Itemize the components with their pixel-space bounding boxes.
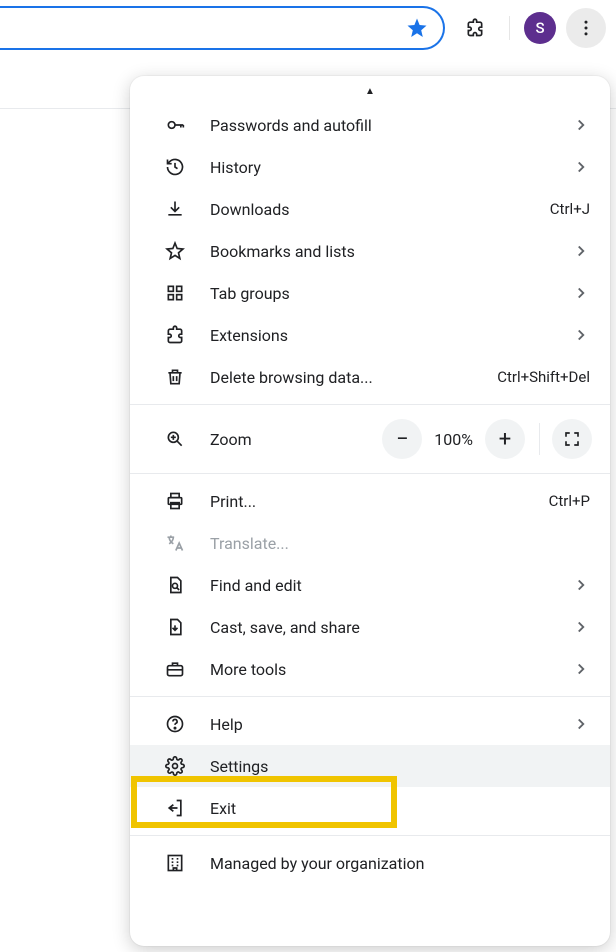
menu-item-cast[interactable]: Cast, save, and share — [130, 606, 610, 648]
menu-item-extensions[interactable]: Extensions — [130, 314, 610, 356]
fullscreen-button[interactable] — [552, 419, 592, 459]
menu-item-label: Exit — [210, 799, 590, 818]
toolbar-separator — [509, 16, 510, 40]
menu-item-label: Bookmarks and lists — [210, 242, 572, 261]
menu-separator — [130, 473, 610, 474]
menu-separator — [130, 404, 610, 405]
main-menu: ▲ Passwords and autofill History Downloa… — [130, 76, 610, 946]
chevron-right-icon — [572, 576, 590, 594]
building-icon — [164, 853, 186, 873]
cast-icon — [164, 617, 186, 637]
menu-item-label: Passwords and autofill — [210, 116, 572, 135]
grid-icon — [164, 283, 186, 303]
zoom-value: 100% — [434, 430, 473, 449]
menu-item-accelerator: Ctrl+P — [549, 492, 590, 510]
chevron-right-icon — [572, 618, 590, 636]
menu-item-exit[interactable]: Exit — [130, 787, 610, 829]
menu-item-label: Cast, save, and share — [210, 618, 572, 637]
menu-item-label: Find and edit — [210, 576, 572, 595]
zoom-label: Zoom — [210, 430, 252, 449]
profile-avatar[interactable]: S — [524, 12, 556, 44]
menu-separator — [130, 835, 610, 836]
menu-item-label: Settings — [210, 757, 590, 776]
extensions-button[interactable] — [455, 8, 495, 48]
menu-item-history[interactable]: History — [130, 146, 610, 188]
help-icon — [164, 714, 186, 734]
bookmark-star-icon[interactable] — [405, 16, 429, 40]
menu-item-delete-data[interactable]: Delete browsing data... Ctrl+Shift+Del — [130, 356, 610, 398]
menu-item-translate: Translate... — [130, 522, 610, 564]
menu-item-label: Delete browsing data... — [210, 368, 497, 387]
menu-item-label: Extensions — [210, 326, 572, 345]
chevron-right-icon — [572, 715, 590, 733]
star-outline-icon — [164, 241, 186, 261]
trash-icon — [164, 367, 186, 387]
scroll-up-caret[interactable]: ▲ — [130, 86, 610, 104]
menu-separator — [130, 696, 610, 697]
menu-item-label: Help — [210, 715, 572, 734]
menu-item-label: Downloads — [210, 200, 550, 219]
menu-item-label: Managed by your organization — [210, 854, 590, 873]
find-icon — [164, 575, 186, 595]
menu-item-bookmarks[interactable]: Bookmarks and lists — [130, 230, 610, 272]
menu-item-print[interactable]: Print... Ctrl+P — [130, 480, 610, 522]
toolbox-icon — [164, 659, 186, 679]
menu-item-passwords[interactable]: Passwords and autofill — [130, 104, 610, 146]
chevron-right-icon — [572, 116, 590, 134]
gear-icon — [164, 756, 186, 776]
zoom-out-button[interactable]: − — [382, 419, 422, 459]
print-icon — [164, 491, 186, 511]
menu-item-accelerator: Ctrl+Shift+Del — [497, 368, 590, 386]
zoom-separator — [539, 423, 540, 455]
download-icon — [164, 199, 186, 219]
menu-item-more-tools[interactable]: More tools — [130, 648, 610, 690]
translate-icon — [164, 533, 186, 553]
menu-item-accelerator: Ctrl+J — [550, 200, 590, 218]
zoom-in-button[interactable]: + — [485, 419, 525, 459]
chevron-right-icon — [572, 326, 590, 344]
chevron-right-icon — [572, 242, 590, 260]
menu-item-managed[interactable]: Managed by your organization — [130, 842, 610, 884]
chevron-right-icon — [572, 660, 590, 678]
menu-item-label: History — [210, 158, 572, 177]
menu-item-label: Translate... — [210, 534, 590, 553]
history-icon — [164, 157, 186, 177]
menu-item-zoom: Zoom − 100% + — [130, 411, 610, 467]
key-icon — [164, 115, 186, 135]
kebab-menu-button[interactable] — [566, 8, 606, 48]
chevron-right-icon — [572, 284, 590, 302]
menu-item-label: Tab groups — [210, 284, 572, 303]
zoom-in-icon — [164, 429, 186, 449]
menu-item-find[interactable]: Find and edit — [130, 564, 610, 606]
exit-icon — [164, 798, 186, 818]
address-bar[interactable] — [0, 6, 445, 50]
puzzle-icon — [164, 325, 186, 345]
menu-item-label: Print... — [210, 492, 549, 511]
menu-item-help[interactable]: Help — [130, 703, 610, 745]
menu-item-settings[interactable]: Settings — [130, 745, 610, 787]
menu-item-downloads[interactable]: Downloads Ctrl+J — [130, 188, 610, 230]
chevron-right-icon — [572, 158, 590, 176]
menu-item-tab-groups[interactable]: Tab groups — [130, 272, 610, 314]
toolbar: S — [0, 0, 616, 56]
menu-item-label: More tools — [210, 660, 572, 679]
